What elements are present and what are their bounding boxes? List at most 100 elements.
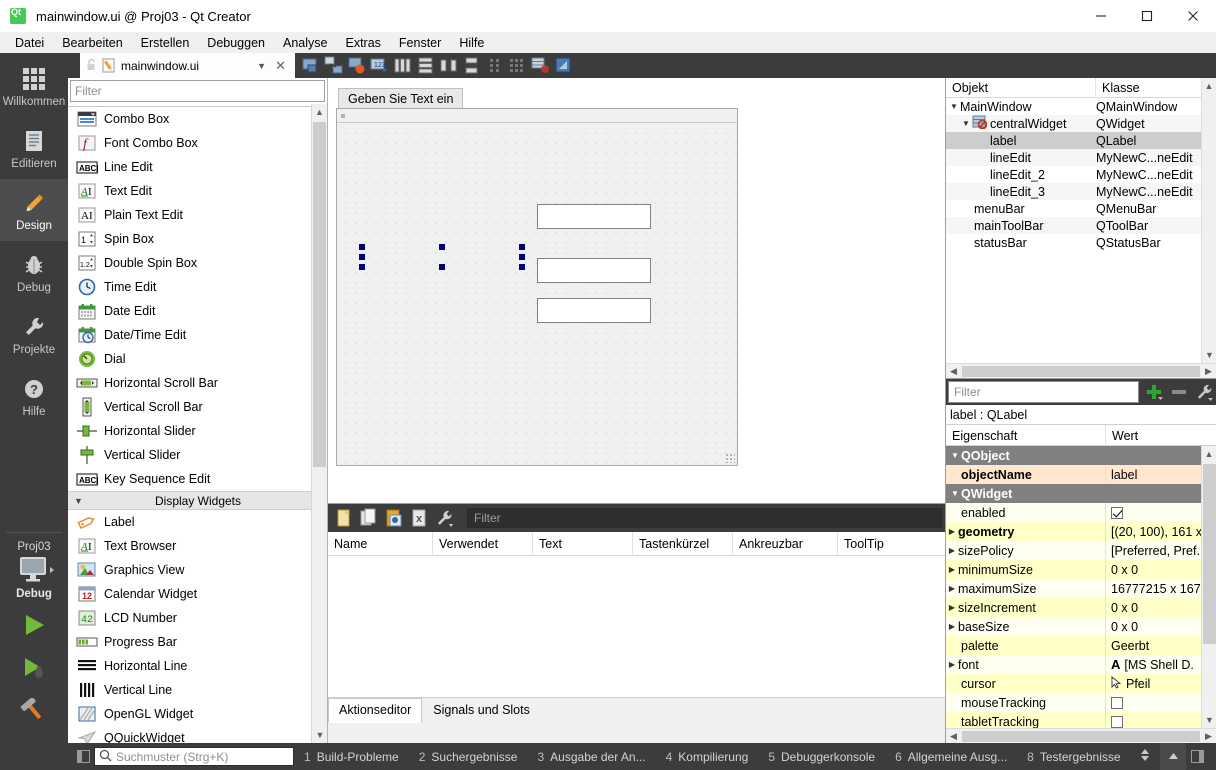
- sidebar-item-editieren[interactable]: Editieren: [0, 117, 68, 179]
- form-line-edit-1[interactable]: [537, 204, 651, 229]
- property-row-enabled[interactable]: enabled: [946, 503, 1201, 522]
- widget-item-text-edit[interactable]: AI Text Edit: [68, 179, 327, 203]
- output-pane-debuggerkonsole[interactable]: 5 Debuggerkonsole: [758, 750, 885, 764]
- property-value[interactable]: 0 x 0: [1106, 620, 1201, 634]
- property-value[interactable]: Pfeil: [1126, 677, 1150, 691]
- scroll-up-arrow[interactable]: ▲: [312, 104, 327, 120]
- tree-row-lineedit-3[interactable]: lineEdit_3 MyNewC...neEdit: [946, 183, 1216, 200]
- property-editor-vscrollbar[interactable]: ▲ ▼: [1201, 446, 1216, 728]
- column-eigenschaft[interactable]: Eigenschaft: [946, 425, 1106, 446]
- layout-form-icon[interactable]: [485, 56, 504, 75]
- form-window-tab[interactable]: Geben Sie Text ein: [338, 88, 464, 109]
- output-pane-build-probleme[interactable]: 1 Build-Probleme: [294, 750, 409, 764]
- selection-handle[interactable]: [519, 254, 525, 260]
- menu-hilfe[interactable]: Hilfe: [450, 34, 493, 52]
- menu-erstellen[interactable]: Erstellen: [132, 34, 199, 52]
- property-row-sizepolicy[interactable]: ▶ sizePolicy [Preferred, Pref..: [946, 541, 1201, 560]
- tab-signals-und-slots[interactable]: Signals und Slots: [422, 698, 541, 723]
- column-wert[interactable]: Wert: [1106, 425, 1216, 446]
- widget-item-date-time-edit[interactable]: Date/Time Edit: [68, 323, 327, 347]
- adjust-size-icon[interactable]: [554, 56, 573, 75]
- form-central-widget[interactable]: [337, 124, 737, 465]
- action-editor-list[interactable]: [328, 556, 945, 697]
- play-triangle-icon[interactable]: [20, 612, 48, 641]
- mousetracking-checkbox[interactable]: [1111, 696, 1123, 709]
- scroll-up-arrow[interactable]: ▲: [1202, 78, 1216, 94]
- sidebar-item-projekte[interactable]: Projekte: [0, 303, 68, 365]
- output-pane-suchergebnisse[interactable]: 2 Suchergebnisse: [409, 750, 528, 764]
- form-designer-canvas[interactable]: Geben Sie Text ein: [328, 78, 945, 503]
- resize-grip[interactable]: [725, 453, 735, 463]
- layout-horizontal-icon[interactable]: [393, 56, 412, 75]
- tree-row-lineedit-2[interactable]: lineEdit_2 MyNewC...neEdit: [946, 166, 1216, 183]
- scroll-left-arrow[interactable]: ◀: [946, 728, 961, 744]
- chevron-right-icon[interactable]: ▶: [946, 527, 958, 536]
- selection-handle[interactable]: [359, 264, 365, 270]
- editor-tab-mainwindow-ui[interactable]: mainwindow.ui ▼ ✕: [80, 53, 295, 78]
- form-line-edit-2[interactable]: [537, 258, 651, 283]
- widget-item-vertical-scroll-bar[interactable]: Vertical Scroll Bar: [68, 395, 327, 419]
- up-down-arrows-icon[interactable]: [1131, 747, 1159, 766]
- column-verwendet[interactable]: Verwendet: [433, 531, 533, 556]
- widget-item-lcd-number[interactable]: 42 LCD Number: [68, 606, 327, 630]
- close-icon[interactable]: ✕: [270, 58, 291, 74]
- chevron-right-icon[interactable]: ▶: [946, 603, 958, 612]
- chevron-down-icon[interactable]: ▼: [960, 119, 972, 128]
- new-action-icon[interactable]: [334, 508, 354, 528]
- object-inspector-hscrollbar[interactable]: ◀ ▶: [946, 363, 1216, 378]
- scroll-down-arrow[interactable]: ▼: [1202, 712, 1216, 728]
- widget-item-combo-box[interactable]: Combo Box: [68, 107, 327, 131]
- enabled-checkbox[interactable]: [1111, 506, 1123, 519]
- chevron-down-icon[interactable]: ▼: [253, 61, 270, 71]
- menu-fenster[interactable]: Fenster: [390, 34, 450, 52]
- scroll-down-arrow[interactable]: ▼: [312, 727, 327, 743]
- widget-item-opengl-widget[interactable]: OpenGL Widget: [68, 702, 327, 726]
- menu-bearbeiten[interactable]: Bearbeiten: [53, 34, 131, 52]
- copy-action-icon[interactable]: [359, 508, 379, 528]
- form-line-edit-3[interactable]: [537, 298, 651, 323]
- tree-row-menubar[interactable]: menuBar QMenuBar: [946, 200, 1216, 217]
- close-icon[interactable]: [1170, 0, 1216, 32]
- property-value[interactable]: [(20, 100), 161 x .: [1106, 525, 1201, 539]
- form-menubar[interactable]: [337, 109, 737, 123]
- widget-item-font-combo-box[interactable]: f Font Combo Box: [68, 131, 327, 155]
- widget-item-key-sequence-edit[interactable]: ABC| Key Sequence Edit: [68, 467, 327, 491]
- edit-signals-slots-icon[interactable]: [324, 56, 343, 75]
- sidebar-toggle-icon[interactable]: [72, 743, 94, 770]
- widget-item-vertical-slider[interactable]: Vertical Slider: [68, 443, 327, 467]
- property-value[interactable]: Geerbt: [1106, 639, 1201, 653]
- widget-item-horizontal-line[interactable]: Horizontal Line: [68, 654, 327, 678]
- property-row-font[interactable]: ▶ font A [MS Shell D.: [946, 655, 1201, 674]
- layout-splitter-v-icon[interactable]: [462, 56, 481, 75]
- property-row-minimumsize[interactable]: ▶ minimumSize 0 x 0: [946, 560, 1201, 579]
- chevron-down-icon[interactable]: ▼: [949, 451, 961, 460]
- property-group-qwidget[interactable]: ▼ QWidget: [946, 484, 1201, 503]
- column-objekt[interactable]: Objekt: [946, 78, 1096, 98]
- property-filter-input[interactable]: Filter: [948, 381, 1139, 403]
- property-row-cursor[interactable]: cursor Pfeil: [946, 674, 1201, 693]
- widget-item-double-spin-box[interactable]: 1.2 Double Spin Box: [68, 251, 327, 275]
- edit-widgets-icon[interactable]: [301, 56, 320, 75]
- widget-box-filter-input[interactable]: Filter: [70, 80, 325, 102]
- tablettracking-checkbox[interactable]: [1111, 715, 1123, 728]
- property-row-mousetracking[interactable]: mouseTracking: [946, 693, 1201, 712]
- property-row-basesize[interactable]: ▶ baseSize 0 x 0: [946, 617, 1201, 636]
- widget-item-dial[interactable]: Dial: [68, 347, 327, 371]
- widget-box-scrollbar[interactable]: ▲ ▼: [311, 104, 327, 743]
- property-value[interactable]: 16777215 x 1677.: [1106, 582, 1201, 596]
- widget-item-graphics-view[interactable]: Graphics View: [68, 558, 327, 582]
- property-value[interactable]: label: [1106, 468, 1201, 482]
- layout-grid-icon[interactable]: [508, 56, 527, 75]
- property-value[interactable]: [MS Shell D.: [1124, 658, 1193, 672]
- play-bug-icon[interactable]: [20, 655, 48, 684]
- column-tooltip[interactable]: ToolTip: [838, 532, 945, 556]
- scroll-right-arrow[interactable]: ▶: [1201, 363, 1216, 379]
- sidebar-item-debug[interactable]: Debug: [0, 241, 68, 303]
- object-inspector-tree[interactable]: ▼ MainWindow QMainWindow ▼ centralWidget…: [946, 98, 1216, 251]
- property-editor-hscrollbar[interactable]: ◀ ▶: [946, 728, 1216, 743]
- property-value[interactable]: [Preferred, Pref..: [1106, 544, 1201, 558]
- column-name[interactable]: Name: [328, 531, 433, 556]
- tree-row-maintoolbar[interactable]: mainToolBar QToolBar: [946, 217, 1216, 234]
- chevron-right-icon[interactable]: ▶: [946, 622, 958, 631]
- scroll-right-arrow[interactable]: ▶: [1201, 728, 1216, 744]
